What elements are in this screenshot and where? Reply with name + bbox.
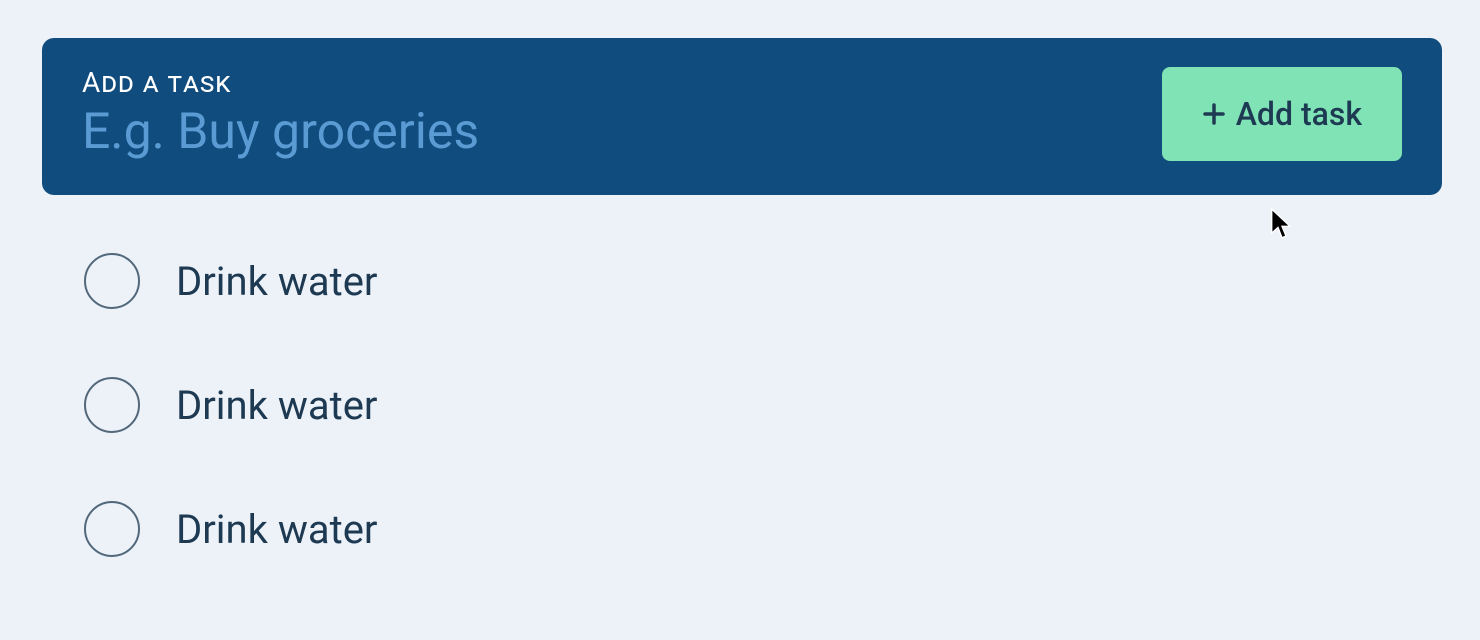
task-list: Drink water Drink water Drink water: [42, 195, 1442, 557]
task-checkbox[interactable]: [84, 501, 140, 557]
task-label: Drink water: [176, 382, 377, 429]
add-task-button-label: Add task: [1236, 95, 1362, 133]
add-task-input-group: Add a task: [82, 66, 982, 161]
task-checkbox[interactable]: [84, 377, 140, 433]
task-label: Drink water: [176, 258, 377, 305]
task-item: Drink water: [84, 253, 1442, 309]
task-item: Drink water: [84, 501, 1442, 557]
task-item: Drink water: [84, 377, 1442, 433]
plus-icon: [1202, 102, 1226, 126]
add-task-heading: Add a task: [82, 66, 982, 99]
add-task-panel: Add a task Add task: [42, 38, 1442, 195]
add-task-input[interactable]: [82, 103, 982, 161]
task-label: Drink water: [176, 506, 377, 553]
task-checkbox[interactable]: [84, 253, 140, 309]
add-task-button[interactable]: Add task: [1162, 67, 1402, 161]
